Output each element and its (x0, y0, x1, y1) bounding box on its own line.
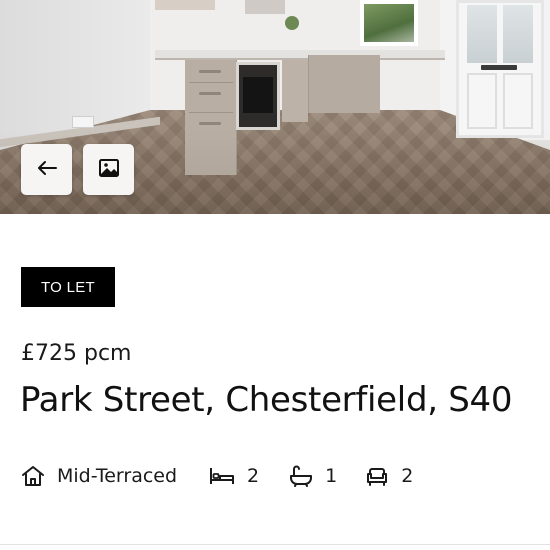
feature-property-type: Mid-Terraced (21, 465, 177, 487)
property-features: Mid-Terraced 2 1 2 (21, 462, 413, 490)
house-icon (21, 465, 45, 487)
receptions-count: 2 (401, 465, 414, 487)
property-address: Park Street, Chesterfield, S40 (20, 380, 513, 420)
back-button[interactable] (21, 144, 72, 195)
feature-receptions: 2 (365, 465, 413, 487)
divider (0, 544, 550, 545)
gallery-button[interactable] (83, 144, 134, 195)
arrow-left-icon (36, 160, 58, 180)
image-icon (98, 158, 120, 182)
property-type-value: Mid-Terraced (57, 465, 178, 487)
price-label: £725 pcm (21, 341, 132, 366)
bath-icon (289, 465, 313, 487)
bed-icon (209, 466, 235, 486)
property-photo[interactable] (0, 0, 550, 214)
sofa-icon (365, 466, 389, 486)
bathrooms-count: 1 (325, 465, 338, 487)
feature-bathrooms: 1 (289, 465, 337, 487)
bedrooms-count: 2 (247, 465, 260, 487)
status-badge: TO LET (21, 267, 115, 307)
feature-bedrooms: 2 (209, 465, 259, 487)
